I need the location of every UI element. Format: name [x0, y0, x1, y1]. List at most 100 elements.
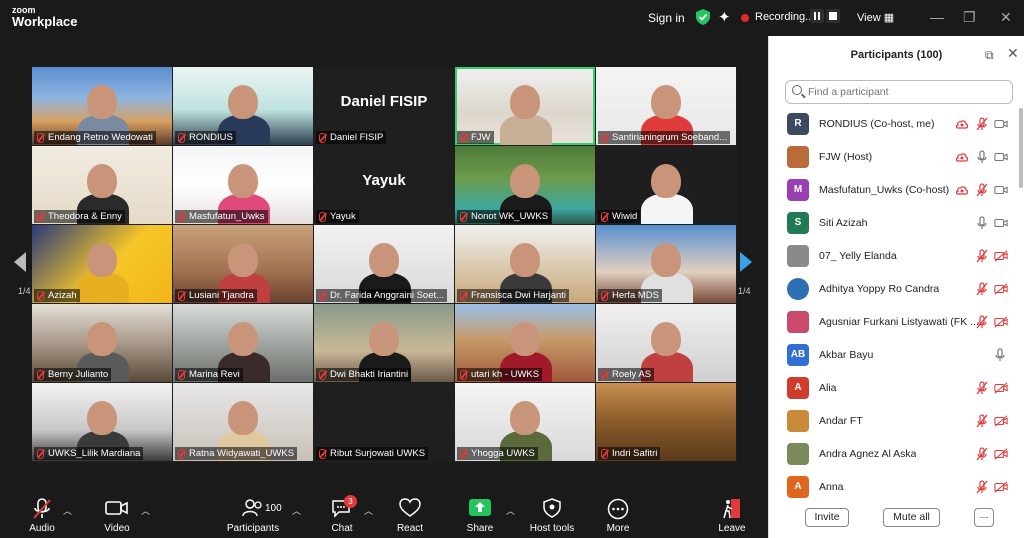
ai-companion-icon[interactable]: ✦ — [718, 8, 731, 26]
video-tile[interactable]: Indri Safitri — [596, 383, 736, 461]
video-tile[interactable]: Roely AS — [596, 304, 736, 382]
previous-page-icon[interactable] — [14, 252, 26, 272]
microphone-muted-icon[interactable] — [975, 117, 989, 131]
video-tile[interactable]: Berny Julianto — [32, 304, 172, 382]
participant-row[interactable]: Andra Agnez Al Aska — [769, 438, 1019, 471]
close-window-icon[interactable]: ✕ — [1000, 9, 1012, 26]
video-tile[interactable]: Endang Retno Wedowati — [32, 67, 172, 145]
share-button[interactable]: Share — [460, 490, 500, 538]
video-camera-icon[interactable] — [994, 150, 1008, 164]
video-tile[interactable]: Wiwid — [596, 146, 736, 224]
close-panel-icon[interactable]: ✕ — [1007, 45, 1019, 62]
participant-row[interactable]: A Alia — [769, 372, 1019, 405]
invite-button[interactable]: Invite — [805, 508, 849, 527]
video-off-icon[interactable] — [994, 249, 1008, 263]
participant-row[interactable]: FJW (Host) — [769, 141, 1019, 174]
microphone-muted-icon[interactable] — [975, 480, 989, 494]
audio-options-chevron-icon[interactable]: ︿ — [63, 504, 72, 517]
sign-in-link[interactable]: Sign in — [648, 11, 685, 25]
participants-options-chevron-icon[interactable]: ︿ — [292, 504, 301, 517]
video-tile[interactable]: Dwi Bhakti Iriantini — [314, 304, 454, 382]
participant-row[interactable]: A Anna — [769, 471, 1019, 500]
leave-button[interactable]: Leave — [712, 490, 752, 538]
pause-recording-button[interactable] — [810, 9, 824, 23]
microphone-muted-icon[interactable] — [975, 282, 989, 296]
video-button[interactable]: Video — [95, 490, 139, 538]
microphone-muted-icon[interactable] — [975, 414, 989, 428]
video-tile[interactable]: Fransisca Dwi Harjanti — [455, 225, 595, 303]
video-off-icon[interactable] — [994, 447, 1008, 461]
video-camera-icon[interactable] — [994, 117, 1008, 131]
video-tile[interactable]: Lusiani Tjandra — [173, 225, 313, 303]
microphone-muted-icon[interactable] — [975, 249, 989, 263]
audio-button[interactable]: Audio — [20, 490, 64, 538]
video-options-chevron-icon[interactable]: ︿ — [141, 504, 150, 517]
host-tools-button[interactable]: Host tools — [526, 490, 578, 538]
share-options-chevron-icon[interactable]: ︿ — [506, 504, 515, 517]
video-off-icon[interactable] — [994, 282, 1008, 296]
participant-search-input[interactable] — [808, 84, 1008, 100]
video-tile[interactable]: Nonot WK_UWKS — [455, 146, 595, 224]
participant-row[interactable]: Andar FT — [769, 405, 1019, 438]
pop-out-icon[interactable]: ⧉ — [985, 48, 994, 63]
video-camera-icon[interactable] — [994, 216, 1008, 230]
video-off-icon[interactable] — [994, 381, 1008, 395]
video-tile[interactable]: FJW — [455, 67, 595, 145]
video-tile[interactable]: Yhogga UWKS — [455, 383, 595, 461]
video-tile[interactable]: Ribut Surjowati UWKS — [314, 383, 454, 461]
chat-button[interactable]: 3 Chat — [322, 490, 362, 538]
video-tile[interactable]: Yayuk Yayuk — [314, 146, 454, 224]
next-page-icon[interactable] — [740, 252, 752, 272]
restore-icon[interactable]: ❐ — [963, 9, 976, 26]
microphone-icon[interactable] — [993, 348, 1007, 362]
mute-all-button[interactable]: Mute all — [883, 508, 940, 527]
participant-list-scrollbar[interactable] — [1019, 108, 1023, 188]
participant-row[interactable]: R RONDIUS (Co-host, me) — [769, 108, 1019, 141]
video-tile[interactable]: Masfufatun_Uwks — [173, 146, 313, 224]
video-camera-icon[interactable] — [994, 183, 1008, 197]
video-tile[interactable]: UWKS_Lilik Mardiana — [32, 383, 172, 461]
participant-face — [369, 322, 399, 356]
participant-row[interactable]: M Masfufatun_Uwks (Co-host) — [769, 174, 1019, 207]
tile-name-label: Indri Safitri — [598, 447, 661, 460]
participant-row[interactable]: Agusniar Furkani Listyawati (FK ... — [769, 306, 1019, 339]
heart-icon — [399, 498, 421, 517]
participant-row[interactable]: S Siti Azizah — [769, 207, 1019, 240]
video-tile[interactable]: Marina Revi — [173, 304, 313, 382]
participant-row[interactable]: AB Akbar Bayu — [769, 339, 1019, 372]
participants-button[interactable]: 100 Participants — [222, 490, 284, 538]
participant-row[interactable]: 07_ Yelly Elanda — [769, 240, 1019, 273]
view-menu-button[interactable]: View ▦ — [857, 11, 894, 24]
video-tile[interactable]: Santirianingrum Soeband... — [596, 67, 736, 145]
microphone-muted-icon[interactable] — [975, 381, 989, 395]
video-tile[interactable]: Theodora & Enny — [32, 146, 172, 224]
video-tile[interactable]: Ratna Widyawati_UWKS — [173, 383, 313, 461]
react-button[interactable]: React — [390, 490, 430, 538]
video-tile[interactable]: Daniel FISIP Daniel FISIP — [314, 67, 454, 145]
participant-search-box[interactable] — [785, 80, 1013, 104]
video-tile[interactable]: Herfa MDS — [596, 225, 736, 303]
shield-check-icon[interactable] — [696, 9, 710, 25]
video-tile[interactable]: RONDIUS — [173, 67, 313, 145]
stop-recording-button[interactable] — [826, 9, 840, 23]
microphone-muted-icon[interactable] — [975, 183, 989, 197]
participant-face — [510, 243, 540, 277]
video-tile[interactable]: Dr. Farida Anggraini Soet... — [314, 225, 454, 303]
chat-options-chevron-icon[interactable]: ︿ — [364, 504, 373, 517]
video-tile[interactable]: utari kh - UWKS — [455, 304, 595, 382]
video-off-icon[interactable] — [994, 414, 1008, 428]
participant-name: Anna — [819, 481, 844, 493]
microphone-muted-icon[interactable] — [975, 315, 989, 329]
video-off-icon[interactable] — [994, 315, 1008, 329]
participant-list[interactable]: R RONDIUS (Co-host, me) FJW (Host) M Masfufa… — [769, 108, 1019, 500]
microphone-icon[interactable] — [975, 216, 989, 230]
video-off-icon[interactable] — [994, 480, 1008, 494]
more-button[interactable]: More — [598, 490, 638, 538]
minimize-icon[interactable]: — — [930, 9, 944, 25]
panel-more-button[interactable]: ... — [974, 508, 994, 527]
microphone-muted-icon[interactable] — [975, 447, 989, 461]
participant-row[interactable]: Adhitya Yoppy Ro Candra — [769, 273, 1019, 306]
participant-name: Andar FT — [819, 415, 863, 427]
video-tile[interactable]: Azizah — [32, 225, 172, 303]
microphone-icon[interactable] — [975, 150, 989, 164]
